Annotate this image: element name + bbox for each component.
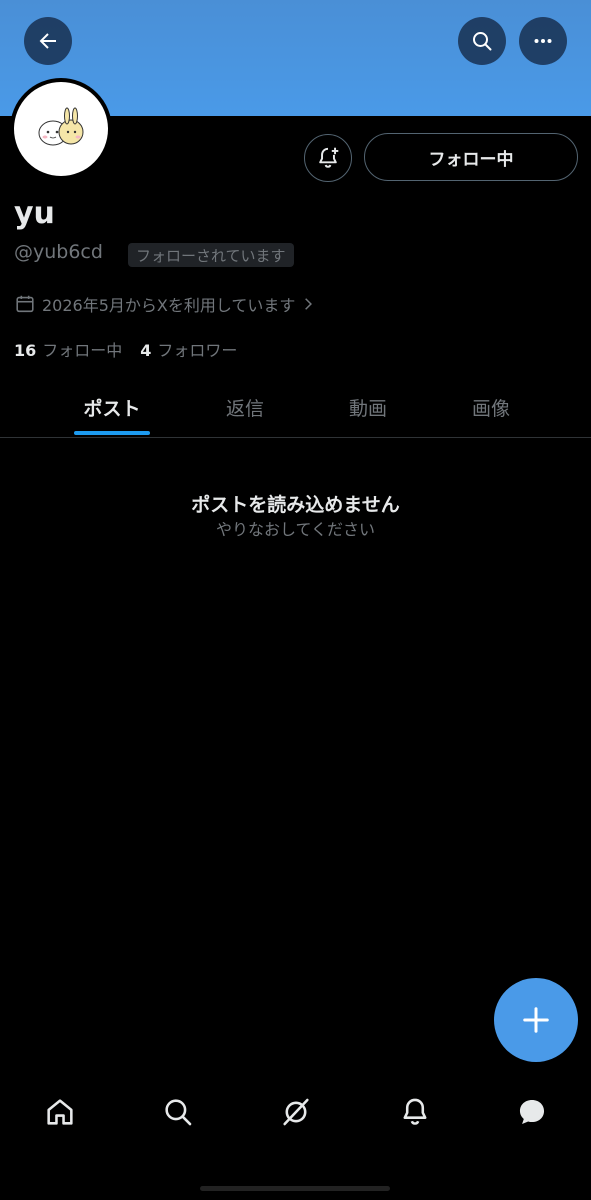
avatar-image [14, 82, 108, 176]
following-stat[interactable]: 16 フォロー中 [14, 337, 122, 361]
profile-tabs: ポスト 返信 動画 画像 [0, 378, 591, 438]
more-button[interactable] [519, 17, 567, 65]
tab-images[interactable]: 画像 [441, 378, 541, 436]
nav-notifications[interactable] [397, 1094, 433, 1130]
joined-text: 2026年5月からXを利用しています [42, 296, 296, 315]
search-icon [473, 32, 492, 51]
joined-date[interactable]: 2026年5月からXを利用しています [14, 292, 315, 316]
following-count: 16 [14, 341, 37, 360]
notify-button[interactable] [304, 134, 352, 182]
nav-messages[interactable] [514, 1094, 550, 1130]
home-icon [47, 1099, 73, 1125]
compose-button[interactable] [494, 978, 578, 1062]
followers-count: 4 [140, 341, 152, 360]
search-button[interactable] [458, 17, 506, 65]
follow-stats: 16 フォロー中 4 フォロワー [14, 337, 255, 361]
nav-grok[interactable] [278, 1094, 314, 1130]
back-button[interactable] [24, 17, 72, 65]
plus-icon [523, 1007, 549, 1033]
follows-you-badge: フォローされています [128, 243, 294, 267]
active-tab-indicator [74, 431, 150, 435]
messages-icon [519, 1099, 545, 1125]
calendar-icon [16, 295, 34, 313]
empty-state-title: ポストを読み込めません [191, 494, 400, 516]
avatar-illustration [38, 107, 84, 146]
more-horizontal-icon [534, 39, 552, 43]
tab-posts[interactable]: ポスト [62, 378, 162, 436]
tab-replies[interactable]: 返信 [195, 378, 295, 436]
avatar[interactable] [10, 78, 112, 180]
followers-stat[interactable]: 4 フォロワー [140, 337, 237, 361]
followers-label: フォロワー [157, 341, 238, 360]
empty-state-subtitle: やりなおしてください [215, 520, 376, 539]
home-indicator [200, 1186, 390, 1191]
bell-plus-icon [319, 147, 339, 168]
user-handle: @yub6cd [14, 241, 103, 263]
nav-search[interactable] [160, 1094, 196, 1130]
nav-home[interactable] [42, 1094, 78, 1130]
arrow-left-icon [39, 33, 56, 49]
following-button[interactable]: フォロー中 [364, 133, 578, 181]
following-label: フォロー中 [42, 341, 123, 360]
search-icon [165, 1099, 192, 1126]
chevron-right-icon [305, 298, 313, 310]
tab-videos[interactable]: 動画 [318, 378, 418, 436]
grok-icon [283, 1098, 309, 1126]
bottom-navigation [0, 1080, 591, 1144]
display-name: yu [14, 196, 55, 231]
bell-icon [403, 1098, 427, 1125]
